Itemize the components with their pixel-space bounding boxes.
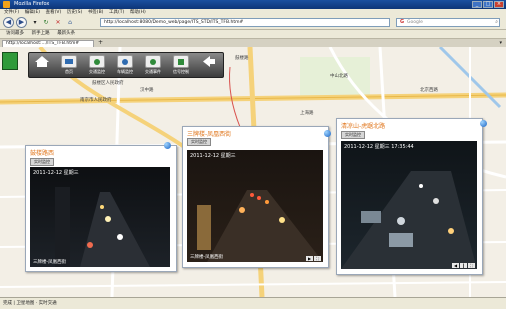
map-label: 上海路 xyxy=(300,111,314,116)
bookmark-item[interactable]: 访问最多 xyxy=(6,30,24,38)
close-window-button[interactable]: × xyxy=(494,1,504,8)
back-button[interactable]: ◀ xyxy=(3,17,14,28)
toolbar-item-back[interactable] xyxy=(199,55,219,75)
search-icon[interactable]: ⌕ xyxy=(495,19,498,26)
play-icon[interactable]: ▶ xyxy=(306,256,313,261)
toolbar-label: 交通监控 xyxy=(89,69,105,74)
panel-title: 鼓楼路西 xyxy=(30,150,55,157)
map-control-icon[interactable] xyxy=(2,52,18,70)
stop-icon[interactable]: ✕ xyxy=(54,19,62,27)
search-input[interactable]: G Google ⌕ xyxy=(396,18,500,27)
home-tool[interactable] xyxy=(32,55,52,75)
navigation-bar: ◀ ▶ ▾ ↻ ✕ ⌂ http://localhost:8080/Demo_w… xyxy=(0,16,506,30)
house-icon xyxy=(34,55,50,68)
toolbar-label: 交通事件 xyxy=(145,69,161,74)
camera-feed[interactable]: 2011-12-12 星期三 17:35:44 ◀ ‖ ⛶ xyxy=(341,141,477,269)
fullscreen-icon[interactable]: ⛶ xyxy=(468,263,475,268)
search-engine-icon[interactable]: G xyxy=(400,19,404,26)
camera-timestamp: 2011-12-12 星期三 xyxy=(33,170,79,176)
fullscreen-icon[interactable]: ⛶ xyxy=(314,256,321,261)
window-title: Mozilla Firefox xyxy=(14,1,50,7)
toolbar-item-home[interactable]: 首页 xyxy=(59,55,79,75)
window-titlebar: Mozilla Firefox _ □ × xyxy=(0,0,506,9)
forward-button[interactable]: ▶ xyxy=(16,17,27,28)
menu-tools[interactable]: 工具(T) xyxy=(109,9,124,16)
realtime-button[interactable]: 实时监控 xyxy=(187,138,211,146)
menu-bar: 文件(F) 编辑(E) 查看(V) 历史(S) 书签(B) 工具(T) 帮助(H… xyxy=(0,9,506,16)
map-label: 中山北路 xyxy=(330,74,348,79)
map-label: 南京市人民政府 xyxy=(80,98,112,103)
toolbar-label: 车辆监控 xyxy=(117,69,133,74)
toolbar-label: 信号控制 xyxy=(173,69,189,74)
player-controls: ◀ ‖ ⛶ xyxy=(452,263,475,268)
camera-timestamp: 2011-12-12 星期三 xyxy=(190,153,236,159)
reload-icon[interactable]: ↻ xyxy=(42,19,50,27)
map-label: 汉中路 xyxy=(140,88,154,93)
bookmark-item[interactable]: 最新头条 xyxy=(57,30,75,38)
tab-bar: http://localhost:.../ITS_TFB.htm# + ▾ xyxy=(0,39,506,47)
toolbar-label: 首页 xyxy=(65,69,73,74)
arrow-left-icon xyxy=(201,55,217,68)
toolbar-item-signal[interactable]: 信号控制 xyxy=(171,55,191,75)
globe-icon[interactable] xyxy=(480,120,487,127)
toolbar-item-vehicle[interactable]: 车辆监控 xyxy=(115,55,135,75)
globe-icon[interactable] xyxy=(164,142,171,149)
status-text: 完成 | 卫星地图 · 实时交通 xyxy=(3,301,57,306)
map-toolbar: 首页 交通监控 车辆监控 交通事件 信号控制 xyxy=(28,52,224,78)
camera-location: 三牌楼-凤凰西街 xyxy=(33,260,67,265)
toolbar-item-event[interactable]: 交通事件 xyxy=(143,55,163,75)
car-icon xyxy=(117,55,133,68)
camera-location: 三牌楼-凤凰西街 xyxy=(190,255,224,260)
address-text: http://localhost:8080/Demo_web/page/ITS_… xyxy=(104,20,244,25)
map-label: 鼓楼区人民政府 xyxy=(92,81,124,86)
road-scene xyxy=(341,171,477,269)
camera-panel: 鼓楼路西 实时监控 2011-12-12 星期三 三牌楼-凤凰西街 xyxy=(25,145,177,272)
menu-view[interactable]: 查看(V) xyxy=(46,9,62,16)
menu-file[interactable]: 文件(F) xyxy=(4,9,19,16)
menu-help[interactable]: 帮助(H) xyxy=(130,9,146,16)
toolbar-item-traffic[interactable]: 交通监控 xyxy=(87,55,107,75)
realtime-button[interactable]: 实时监控 xyxy=(30,158,54,166)
globe-icon[interactable] xyxy=(324,130,331,137)
camera-timestamp: 2011-12-12 星期三 17:35:44 xyxy=(344,144,414,150)
road-scene xyxy=(197,190,323,262)
new-tab-icon[interactable]: + xyxy=(98,40,103,46)
camera-icon xyxy=(89,55,105,68)
menu-history[interactable]: 历史(S) xyxy=(67,9,82,16)
signal-icon xyxy=(173,55,189,68)
map-label: 鼓楼路 xyxy=(235,56,249,61)
tab-label: http://localhost:.../ITS_TFB.htm# xyxy=(6,41,80,46)
pause-icon[interactable]: ‖ xyxy=(460,263,467,268)
home-icon[interactable]: ⌂ xyxy=(66,19,74,27)
player-controls: ▶ ⛶ xyxy=(306,256,321,261)
bookmark-item[interactable]: 新手上路 xyxy=(32,30,50,38)
play-icon[interactable]: ◀ xyxy=(452,263,459,268)
menu-edit[interactable]: 编辑(E) xyxy=(25,9,40,16)
bookmarks-bar: 访问最多 新手上路 最新头条 xyxy=(0,30,506,39)
panel-title: 清凉山-虎踞北路 xyxy=(341,123,386,130)
camera-feed[interactable]: 2011-12-12 星期三 三牌楼-凤凰西街 xyxy=(30,167,170,267)
tab-list-icon[interactable]: ▾ xyxy=(499,40,502,46)
browser-tab[interactable]: http://localhost:.../ITS_TFB.htm# xyxy=(2,40,94,47)
road-scene xyxy=(55,187,150,267)
window-controls: _ □ × xyxy=(472,1,504,8)
camera-feed[interactable]: 2011-12-12 星期三 三牌楼-凤凰西街 ▶ ⛶ xyxy=(187,150,323,262)
camera-panel: 三牌楼-凤凰西街 实时监控 2011-12-12 星期三 三牌楼-凤凰西街 ▶ … xyxy=(182,126,329,268)
status-bar: 完成 | 卫星地图 · 实时交通 xyxy=(0,297,506,309)
maximize-button[interactable]: □ xyxy=(483,1,493,8)
map-label: 北京西路 xyxy=(420,88,438,93)
alert-icon xyxy=(145,55,161,68)
monitor-icon xyxy=(61,55,77,68)
minimize-button[interactable]: _ xyxy=(472,1,482,8)
address-bar[interactable]: http://localhost:8080/Demo_web/page/ITS_… xyxy=(100,18,390,27)
camera-panel: 清凉山-虎踞北路 实时监控 2011-12-12 星期三 17:35:44 ◀ … xyxy=(336,118,483,275)
menu-bookmarks[interactable]: 书签(B) xyxy=(88,9,104,16)
panel-title: 三牌楼-凤凰西街 xyxy=(187,131,232,138)
realtime-button[interactable]: 实时监控 xyxy=(341,131,365,139)
dropdown-icon[interactable]: ▾ xyxy=(31,19,39,27)
firefox-icon xyxy=(3,1,10,8)
search-placeholder: Google xyxy=(407,20,423,25)
